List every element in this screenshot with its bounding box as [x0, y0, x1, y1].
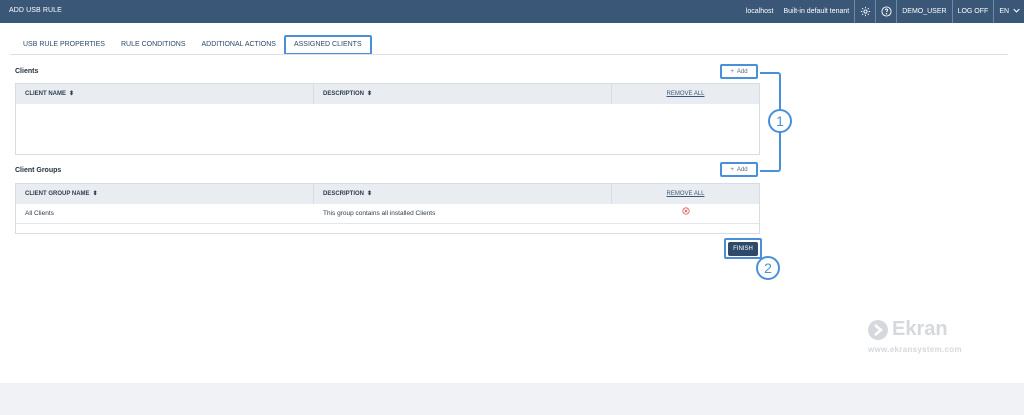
clients-table-header: CLIENT NAME ⬍ DESCRIPTION ⬍ REMOVE ALL [16, 84, 759, 104]
add-client-button[interactable]: + Add [720, 64, 758, 79]
top-bar: ADD USB RULE localhost Built-in default … [0, 0, 1024, 23]
top-bar-right: localhost Built-in default tenant DEMO_U… [741, 0, 1024, 23]
window-title: ADD USB RULE [9, 7, 62, 14]
tab-rule-conditions[interactable]: RULE CONDITIONS [113, 35, 194, 55]
add-client-label: Add [736, 68, 748, 75]
sort-icon: ⬍ [69, 91, 75, 97]
client-group-description-column[interactable]: DESCRIPTION ⬍ [314, 184, 612, 204]
sort-icon: ⬍ [92, 191, 98, 197]
tab-bar: USB RULE PROPERTIES RULE CONDITIONS ADDI… [15, 35, 372, 55]
client-name-column[interactable]: CLIENT NAME ⬍ [16, 84, 314, 104]
client-description-column[interactable]: DESCRIPTION ⬍ [314, 84, 612, 104]
client-groups-table-header: CLIENT GROUP NAME ⬍ DESCRIPTION ⬍ REMOVE A… [16, 184, 759, 204]
remove-row-icon[interactable] [612, 204, 759, 223]
finish-label: FINISH [728, 241, 758, 256]
user-label[interactable]: DEMO_USER [897, 0, 951, 23]
table-row: All Clients This group contains all inst… [16, 204, 759, 224]
clients-table: CLIENT NAME ⬍ DESCRIPTION ⬍ REMOVE ALL [15, 83, 760, 155]
host-label: localhost [745, 8, 774, 15]
language-label: EN [999, 8, 1010, 15]
watermark-brand: Ekran [892, 318, 948, 340]
client-groups-section-title: Client Groups [15, 167, 62, 174]
tab-divider [10, 54, 1008, 55]
clients-remove-all-link[interactable]: REMOVE ALL [612, 84, 759, 104]
clients-section-title: Clients [15, 68, 39, 75]
sort-icon: ⬍ [367, 191, 373, 197]
tenant-label[interactable]: Built-in default tenant [778, 0, 854, 23]
client-group-name-header: CLIENT GROUP NAME [25, 191, 90, 197]
tab-usb-rule-properties[interactable]: USB RULE PROPERTIES [15, 35, 113, 55]
watermark-url: www.ekransystem.com [868, 345, 962, 354]
finish-button[interactable]: FINISH [724, 238, 762, 259]
tab-additional-actions[interactable]: ADDITIONAL ACTIONS [194, 35, 284, 55]
bottom-band [0, 383, 1024, 415]
gear-icon[interactable] [855, 0, 875, 23]
client-group-name-cell: All Clients [25, 210, 54, 217]
plus-icon: + [730, 166, 734, 173]
plus-icon: + [730, 68, 734, 75]
client-name-header: CLIENT NAME [25, 91, 66, 97]
client-group-name-column[interactable]: CLIENT GROUP NAME ⬍ [16, 184, 314, 204]
callout-badge-2: 2 [756, 256, 780, 280]
help-icon[interactable] [876, 0, 896, 23]
client-group-description-header: DESCRIPTION [323, 191, 365, 197]
tab-assigned-clients[interactable]: ASSIGNED CLIENTS [283, 35, 372, 55]
logo-icon [868, 319, 888, 340]
language-selector[interactable]: EN [994, 0, 1024, 23]
client-description-header: DESCRIPTION [323, 91, 365, 97]
sort-icon: ⬍ [367, 91, 373, 97]
add-client-group-label: Add [736, 166, 748, 173]
add-client-group-button[interactable]: + Add [720, 162, 758, 177]
watermark-logo: Ekran www.ekransystem.com [868, 318, 962, 354]
page: ADD USB RULE localhost Built-in default … [0, 0, 1024, 415]
clients-table-body-empty [16, 104, 759, 154]
chevron-down-icon [1013, 8, 1020, 13]
logoff-button[interactable]: LOG OFF [953, 0, 994, 23]
client-groups-table: CLIENT GROUP NAME ⬍ DESCRIPTION ⬍ REMOVE A… [15, 183, 760, 234]
client-group-description-cell: This group contains all installed Client… [323, 210, 436, 217]
client-groups-remove-all-link[interactable]: REMOVE ALL [612, 184, 759, 204]
callout-badge-1: 1 [768, 109, 792, 133]
